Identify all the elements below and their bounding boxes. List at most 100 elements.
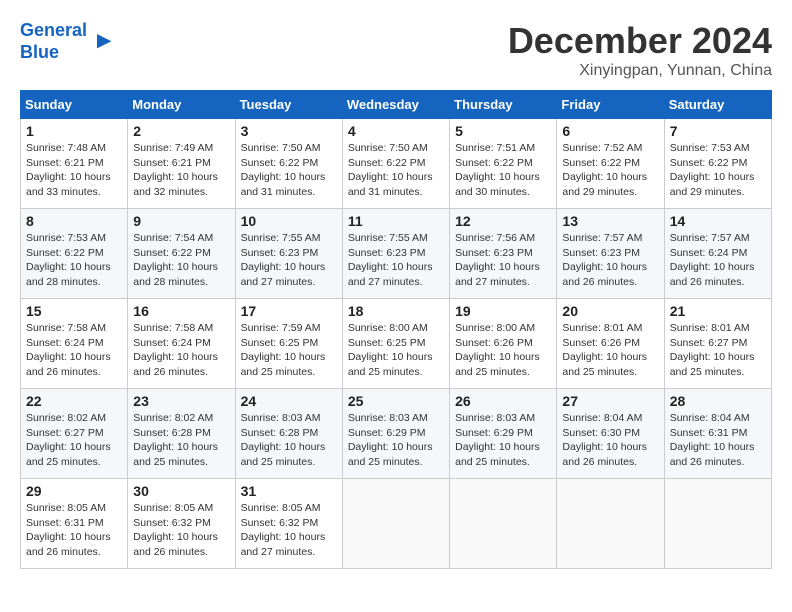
- day-info: Sunrise: 7:58 AM Sunset: 6:24 PM Dayligh…: [26, 321, 122, 380]
- calendar-day-15: 15 Sunrise: 7:58 AM Sunset: 6:24 PM Dayli…: [21, 299, 128, 389]
- day-number: 19: [455, 303, 551, 319]
- calendar-table: SundayMondayTuesdayWednesdayThursdayFrid…: [20, 90, 772, 569]
- day-info: Sunrise: 7:55 AM Sunset: 6:23 PM Dayligh…: [348, 231, 444, 290]
- day-info: Sunrise: 7:49 AM Sunset: 6:21 PM Dayligh…: [133, 141, 229, 200]
- day-info: Sunrise: 8:04 AM Sunset: 6:30 PM Dayligh…: [562, 411, 658, 470]
- day-number: 21: [670, 303, 766, 319]
- calendar-day-8: 8Sunrise: 7:53 AM Sunset: 6:22 PM Daylig…: [21, 209, 128, 299]
- day-info: Sunrise: 7:53 AM Sunset: 6:22 PM Dayligh…: [26, 231, 122, 290]
- day-number: 14: [670, 213, 766, 229]
- weekday-header-thursday: Thursday: [450, 91, 557, 119]
- day-info: Sunrise: 8:01 AM Sunset: 6:26 PM Dayligh…: [562, 321, 658, 380]
- day-number: 18: [348, 303, 444, 319]
- calendar-week-3: 15 Sunrise: 7:58 AM Sunset: 6:24 PM Dayli…: [21, 299, 772, 389]
- day-number: 7: [670, 123, 766, 139]
- logo-icon: [89, 30, 113, 54]
- calendar-day-28: 28 Sunrise: 8:04 AM Sunset: 6:31 PM Dayli…: [664, 389, 771, 479]
- day-info: Sunrise: 8:05 AM Sunset: 6:32 PM Dayligh…: [133, 501, 229, 560]
- calendar-day-5: 5Sunrise: 7:51 AM Sunset: 6:22 PM Daylig…: [450, 119, 557, 209]
- day-info: Sunrise: 8:04 AM Sunset: 6:31 PM Dayligh…: [670, 411, 766, 470]
- day-info: Sunrise: 7:53 AM Sunset: 6:22 PM Dayligh…: [670, 141, 766, 200]
- calendar-day-25: 25Sunrise: 8:03 AM Sunset: 6:29 PM Dayli…: [342, 389, 449, 479]
- calendar-day-13: 13Sunrise: 7:57 AM Sunset: 6:23 PM Dayli…: [557, 209, 664, 299]
- day-number: 22: [26, 393, 122, 409]
- location: Xinyingpan, Yunnan, China: [508, 62, 772, 80]
- title-block: December 2024 Xinyingpan, Yunnan, China: [508, 20, 772, 80]
- calendar-week-2: 8Sunrise: 7:53 AM Sunset: 6:22 PM Daylig…: [21, 209, 772, 299]
- day-number: 10: [241, 213, 337, 229]
- day-info: Sunrise: 8:02 AM Sunset: 6:28 PM Dayligh…: [133, 411, 229, 470]
- calendar-day-27: 27 Sunrise: 8:04 AM Sunset: 6:30 PM Dayli…: [557, 389, 664, 479]
- calendar-week-4: 22 Sunrise: 8:02 AM Sunset: 6:27 PM Dayli…: [21, 389, 772, 479]
- day-info: Sunrise: 8:03 AM Sunset: 6:29 PM Dayligh…: [455, 411, 551, 470]
- day-info: Sunrise: 8:05 AM Sunset: 6:32 PM Dayligh…: [241, 501, 337, 560]
- day-info: Sunrise: 8:01 AM Sunset: 6:27 PM Dayligh…: [670, 321, 766, 380]
- calendar-empty-cell: [664, 479, 771, 569]
- day-number: 15: [26, 303, 122, 319]
- calendar-day-4: 4 Sunrise: 7:50 AM Sunset: 6:22 PM Daylig…: [342, 119, 449, 209]
- calendar-week-1: 1 Sunrise: 7:48 AM Sunset: 6:21 PM Daylig…: [21, 119, 772, 209]
- calendar-day-16: 16 Sunrise: 7:58 AM Sunset: 6:24 PM Dayli…: [128, 299, 235, 389]
- day-info: Sunrise: 8:00 AM Sunset: 6:25 PM Dayligh…: [348, 321, 444, 380]
- day-info: Sunrise: 7:54 AM Sunset: 6:22 PM Dayligh…: [133, 231, 229, 290]
- calendar-empty-cell: [557, 479, 664, 569]
- day-info: Sunrise: 7:48 AM Sunset: 6:21 PM Dayligh…: [26, 141, 122, 200]
- day-number: 26: [455, 393, 551, 409]
- day-number: 6: [562, 123, 658, 139]
- day-number: 27: [562, 393, 658, 409]
- day-number: 30: [133, 483, 229, 499]
- day-info: Sunrise: 7:56 AM Sunset: 6:23 PM Dayligh…: [455, 231, 551, 290]
- page-header: GeneralBlue December 2024 Xinyingpan, Yu…: [20, 20, 772, 80]
- weekday-header-friday: Friday: [557, 91, 664, 119]
- calendar-day-23: 23 Sunrise: 8:02 AM Sunset: 6:28 PM Dayli…: [128, 389, 235, 479]
- day-info: Sunrise: 7:57 AM Sunset: 6:23 PM Dayligh…: [562, 231, 658, 290]
- calendar-day-21: 21 Sunrise: 8:01 AM Sunset: 6:27 PM Dayli…: [664, 299, 771, 389]
- day-info: Sunrise: 7:55 AM Sunset: 6:23 PM Dayligh…: [241, 231, 337, 290]
- day-number: 16: [133, 303, 229, 319]
- day-number: 24: [241, 393, 337, 409]
- day-number: 9: [133, 213, 229, 229]
- calendar-day-9: 9 Sunrise: 7:54 AM Sunset: 6:22 PM Daylig…: [128, 209, 235, 299]
- calendar-week-5: 29Sunrise: 8:05 AM Sunset: 6:31 PM Dayli…: [21, 479, 772, 569]
- calendar-day-2: 2 Sunrise: 7:49 AM Sunset: 6:21 PM Daylig…: [128, 119, 235, 209]
- day-info: Sunrise: 7:51 AM Sunset: 6:22 PM Dayligh…: [455, 141, 551, 200]
- day-number: 31: [241, 483, 337, 499]
- day-info: Sunrise: 7:50 AM Sunset: 6:22 PM Dayligh…: [241, 141, 337, 200]
- day-info: Sunrise: 8:02 AM Sunset: 6:27 PM Dayligh…: [26, 411, 122, 470]
- day-info: Sunrise: 7:59 AM Sunset: 6:25 PM Dayligh…: [241, 321, 337, 380]
- day-number: 2: [133, 123, 229, 139]
- weekday-header-monday: Monday: [128, 91, 235, 119]
- day-info: Sunrise: 8:00 AM Sunset: 6:26 PM Dayligh…: [455, 321, 551, 380]
- calendar-day-6: 6 Sunrise: 7:52 AM Sunset: 6:22 PM Daylig…: [557, 119, 664, 209]
- calendar-day-18: 18 Sunrise: 8:00 AM Sunset: 6:25 PM Dayli…: [342, 299, 449, 389]
- weekday-header-tuesday: Tuesday: [235, 91, 342, 119]
- day-number: 11: [348, 213, 444, 229]
- day-number: 23: [133, 393, 229, 409]
- day-number: 28: [670, 393, 766, 409]
- day-number: 1: [26, 123, 122, 139]
- calendar-day-17: 17 Sunrise: 7:59 AM Sunset: 6:25 PM Dayli…: [235, 299, 342, 389]
- calendar-day-7: 7 Sunrise: 7:53 AM Sunset: 6:22 PM Daylig…: [664, 119, 771, 209]
- weekday-header-saturday: Saturday: [664, 91, 771, 119]
- day-info: Sunrise: 7:58 AM Sunset: 6:24 PM Dayligh…: [133, 321, 229, 380]
- day-number: 20: [562, 303, 658, 319]
- calendar-day-24: 24Sunrise: 8:03 AM Sunset: 6:28 PM Dayli…: [235, 389, 342, 479]
- calendar-day-19: 19 Sunrise: 8:00 AM Sunset: 6:26 PM Dayli…: [450, 299, 557, 389]
- calendar-day-12: 12 Sunrise: 7:56 AM Sunset: 6:23 PM Dayli…: [450, 209, 557, 299]
- day-number: 4: [348, 123, 444, 139]
- calendar-day-29: 29Sunrise: 8:05 AM Sunset: 6:31 PM Dayli…: [21, 479, 128, 569]
- day-info: Sunrise: 7:50 AM Sunset: 6:22 PM Dayligh…: [348, 141, 444, 200]
- day-info: Sunrise: 7:52 AM Sunset: 6:22 PM Dayligh…: [562, 141, 658, 200]
- calendar-empty-cell: [342, 479, 449, 569]
- calendar-day-10: 10 Sunrise: 7:55 AM Sunset: 6:23 PM Dayli…: [235, 209, 342, 299]
- day-number: 12: [455, 213, 551, 229]
- calendar-day-30: 30 Sunrise: 8:05 AM Sunset: 6:32 PM Dayli…: [128, 479, 235, 569]
- calendar-day-22: 22 Sunrise: 8:02 AM Sunset: 6:27 PM Dayli…: [21, 389, 128, 479]
- logo-text: GeneralBlue: [20, 20, 87, 63]
- calendar-header-row: SundayMondayTuesdayWednesdayThursdayFrid…: [21, 91, 772, 119]
- weekday-header-wednesday: Wednesday: [342, 91, 449, 119]
- calendar-day-3: 3Sunrise: 7:50 AM Sunset: 6:22 PM Daylig…: [235, 119, 342, 209]
- day-number: 17: [241, 303, 337, 319]
- calendar-empty-cell: [450, 479, 557, 569]
- month-title: December 2024: [508, 20, 772, 62]
